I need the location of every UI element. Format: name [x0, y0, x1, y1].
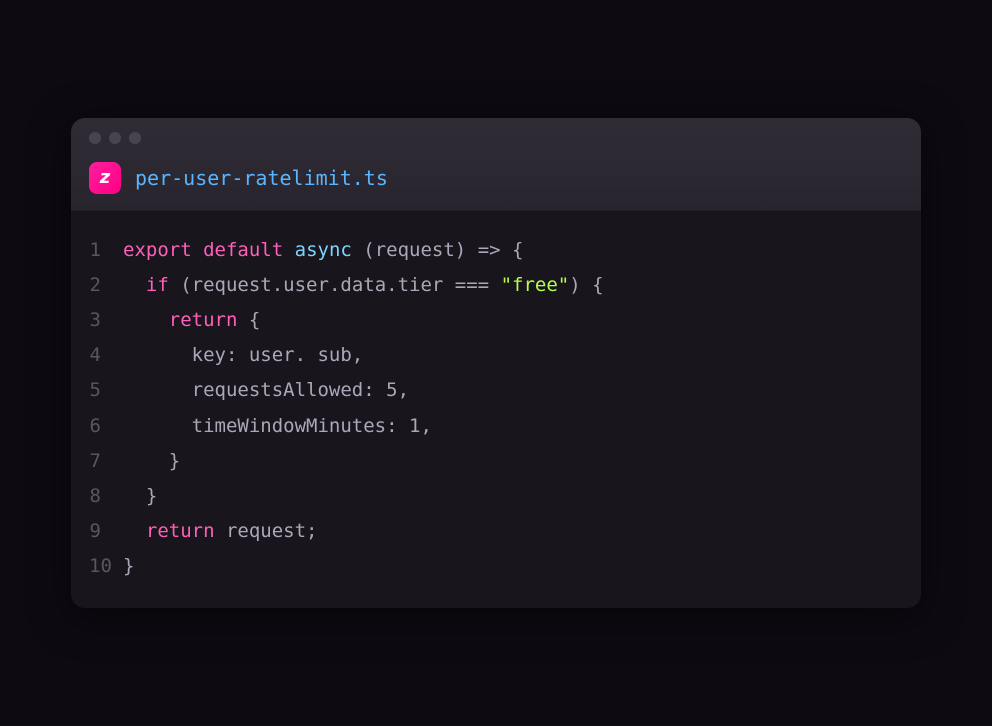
line-number: 5 — [89, 373, 123, 408]
code-line: 5 requestsAllowed: 5, — [89, 373, 903, 408]
line-number: 4 — [89, 338, 123, 373]
line-number: 6 — [89, 409, 123, 444]
minimize-icon[interactable] — [109, 132, 121, 144]
code-content: } — [123, 479, 157, 514]
code-content: if (request.user.data.tier === "free") { — [123, 268, 604, 303]
code-content: return request; — [123, 514, 317, 549]
code-content: return { — [123, 303, 260, 338]
code-content: } — [123, 549, 134, 584]
line-number: 10 — [89, 549, 123, 584]
code-content: requestsAllowed: 5, — [123, 373, 409, 408]
code-line: 7 } — [89, 444, 903, 479]
code-content: timeWindowMinutes: 1, — [123, 409, 432, 444]
code-content: key: user. sub, — [123, 338, 363, 373]
line-number: 7 — [89, 444, 123, 479]
line-number: 9 — [89, 514, 123, 549]
traffic-lights — [89, 132, 903, 144]
line-number: 8 — [89, 479, 123, 514]
close-icon[interactable] — [89, 132, 101, 144]
maximize-icon[interactable] — [129, 132, 141, 144]
titlebar: z per-user-ratelimit.ts — [71, 118, 921, 210]
line-number: 3 — [89, 303, 123, 338]
code-line: 4 key: user. sub, — [89, 338, 903, 373]
code-line: 10} — [89, 549, 903, 584]
line-number: 1 — [89, 233, 123, 268]
app-icon[interactable]: z — [89, 162, 121, 194]
code-content: export default async (request) => { — [123, 233, 523, 268]
code-line: 6 timeWindowMinutes: 1, — [89, 409, 903, 444]
code-line: 9 return request; — [89, 514, 903, 549]
line-number: 2 — [89, 268, 123, 303]
file-tab[interactable]: per-user-ratelimit.ts — [135, 166, 388, 190]
code-line: 8 } — [89, 479, 903, 514]
code-content: } — [123, 444, 180, 479]
editor-window: z per-user-ratelimit.ts 1export default … — [71, 118, 921, 608]
code-line: 1export default async (request) => { — [89, 233, 903, 268]
code-line: 3 return { — [89, 303, 903, 338]
code-line: 2 if (request.user.data.tier === "free")… — [89, 268, 903, 303]
code-area[interactable]: 1export default async (request) => {2 if… — [71, 210, 921, 608]
tabbar: z per-user-ratelimit.ts — [89, 162, 903, 194]
